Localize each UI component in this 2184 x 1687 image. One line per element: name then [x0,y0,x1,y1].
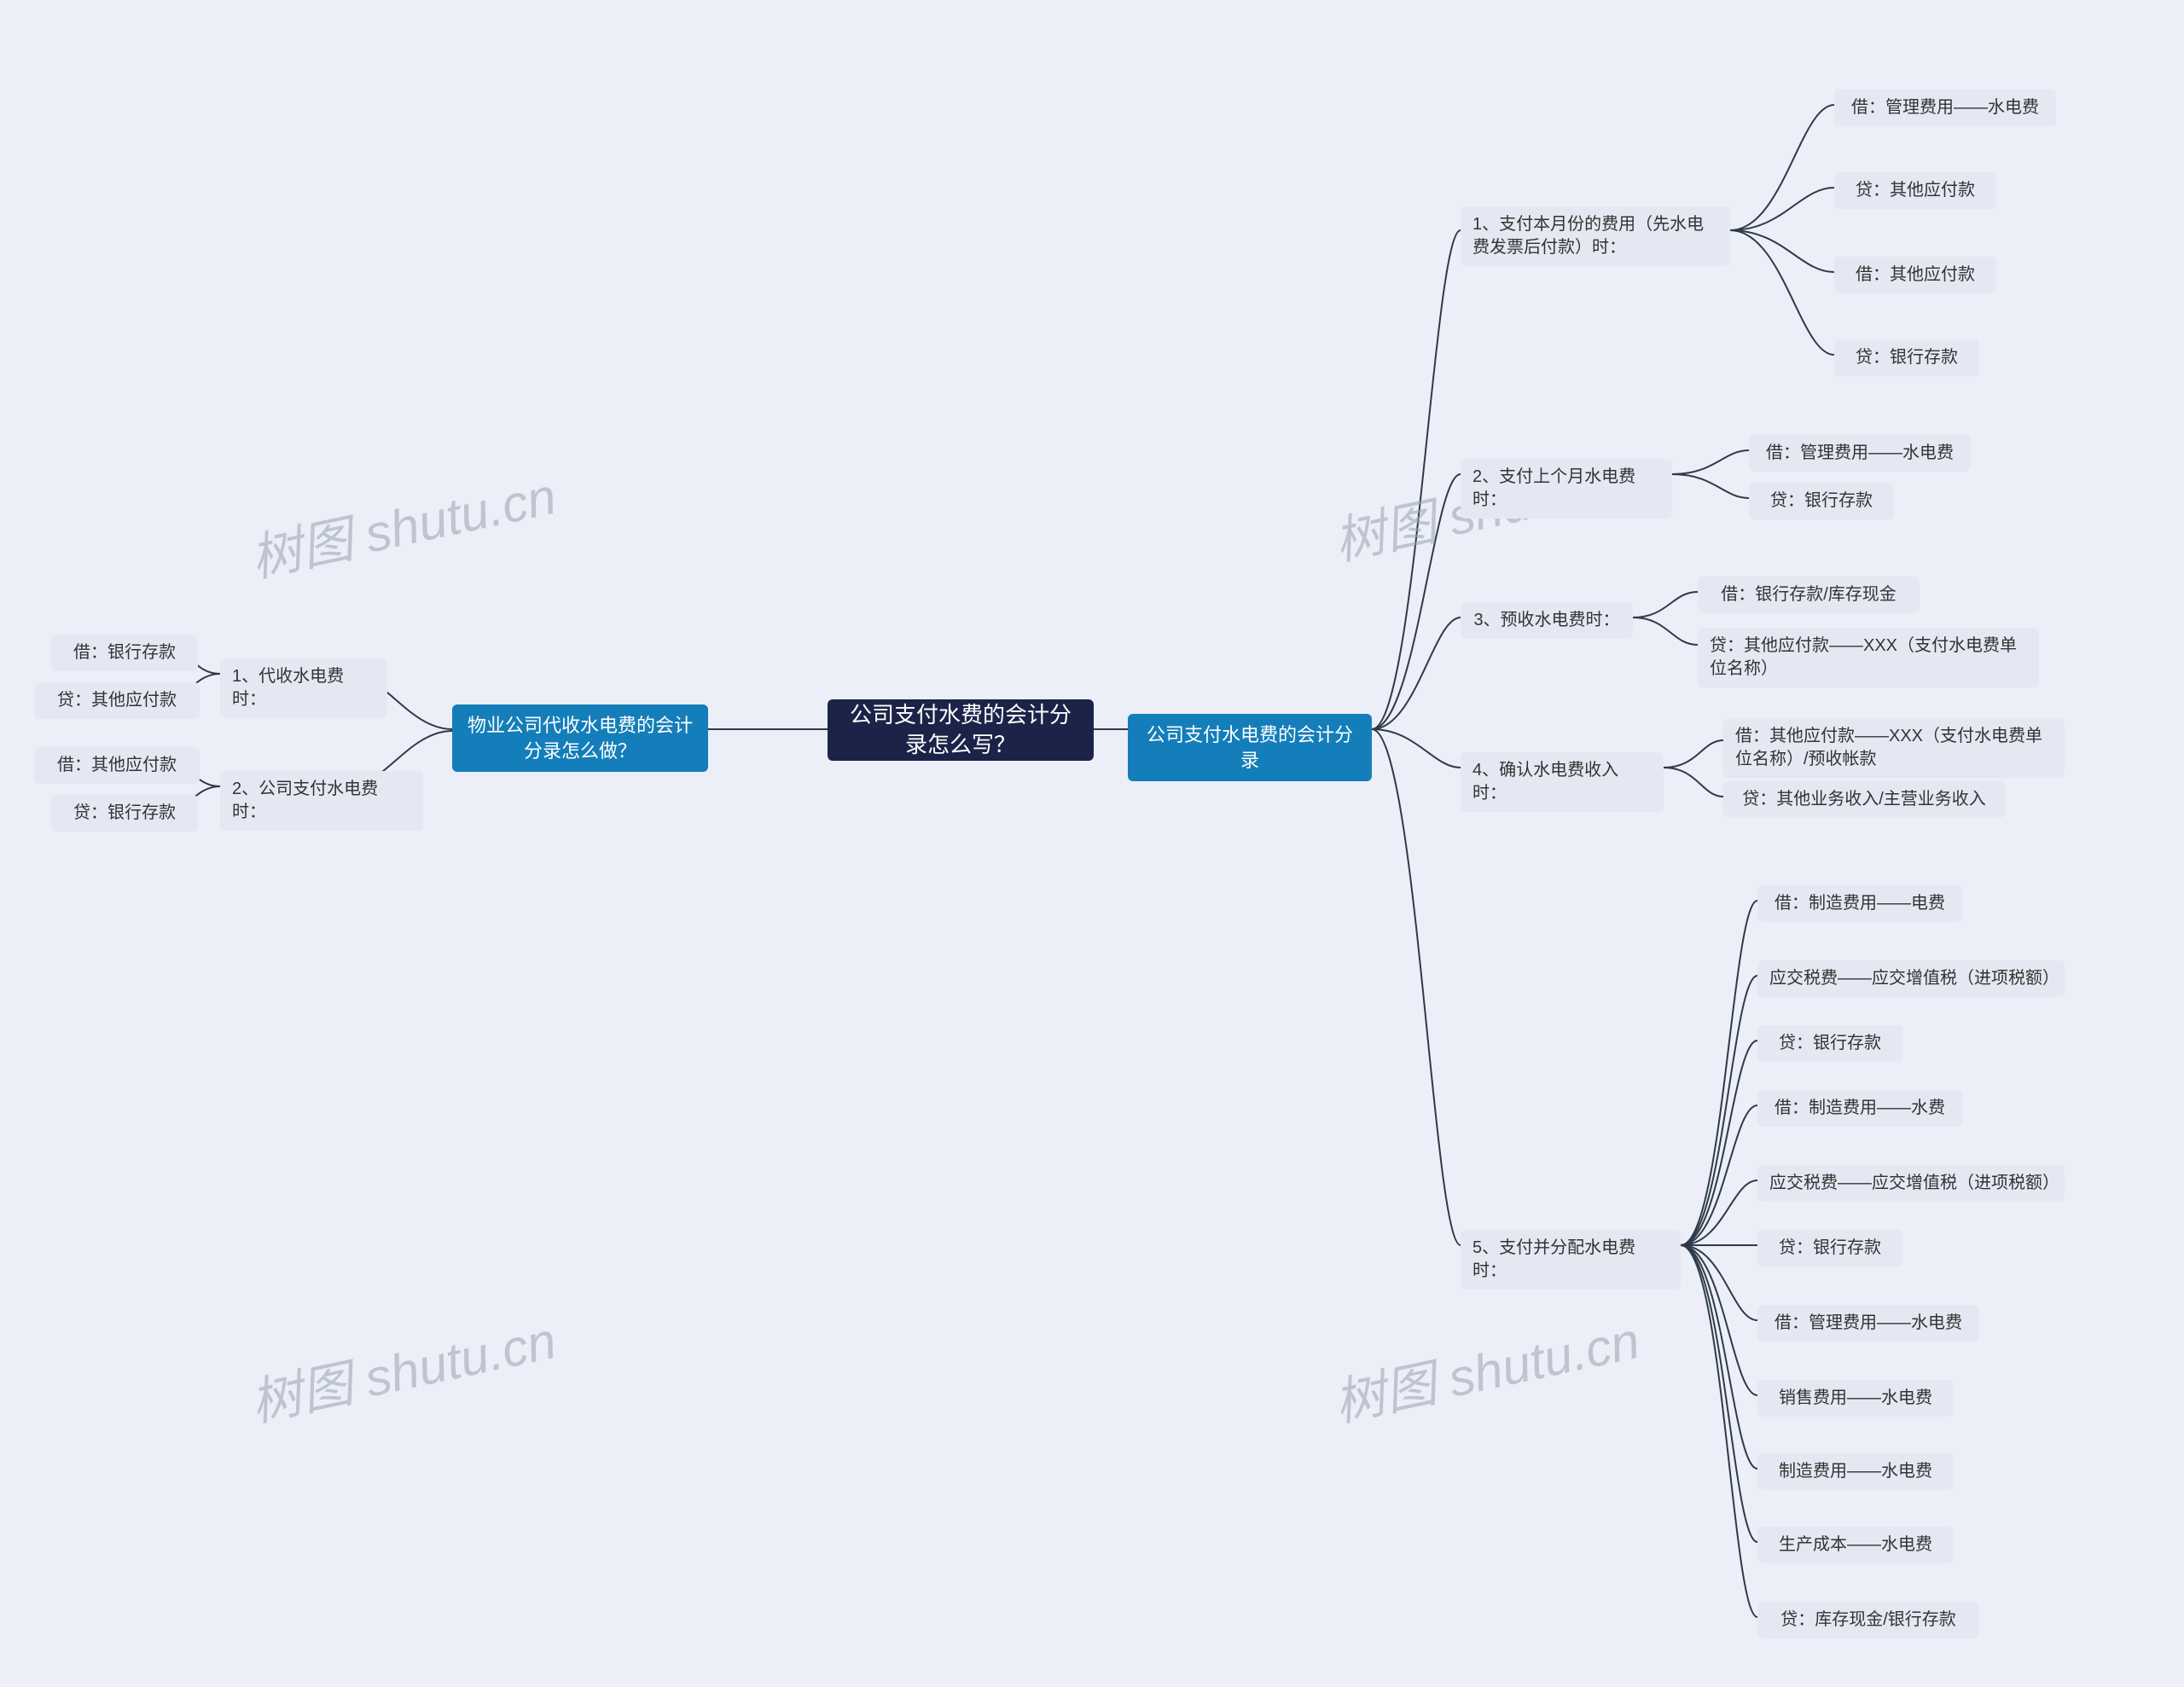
r0-leaf-2: 借：其他应付款 [1834,257,1996,293]
right-item-0: 1、支付本月份的费用（先水电费发票后付款）时： [1461,206,1730,266]
l1-leaf-1: 贷：银行存款 [51,795,198,832]
r0-leaf-1: 贷：其他应付款 [1834,172,1996,209]
r4-leaf-3: 借：制造费用——水费 [1757,1090,1962,1127]
right-l1: 公司支付水电费的会计分录 [1128,714,1372,781]
r4-leaf-5: 贷：银行存款 [1757,1230,1902,1267]
r4-leaf-7: 销售费用——水电费 [1757,1380,1954,1417]
r4-leaf-6: 借：管理费用——水电费 [1757,1305,1979,1342]
r4-leaf-4: 应交税费——应交增值税（进项税额） [1757,1165,2065,1202]
left-item-0: 1、代收水电费时： [220,658,387,718]
left-l1: 物业公司代收水电费的会计分录怎么做？ [452,704,708,772]
r2-leaf-0: 借：银行存款/库存现金 [1698,577,1920,613]
r1-leaf-0: 借：管理费用——水电费 [1749,435,1971,472]
l0-leaf-0: 借：银行存款 [51,635,198,671]
r4-leaf-8: 制造费用——水电费 [1757,1453,1954,1490]
r4-leaf-9: 生产成本——水电费 [1757,1527,1954,1563]
l1-leaf-0: 借：其他应付款 [34,747,200,784]
r3-leaf-1: 贷：其他业务收入/主营业务收入 [1723,781,2005,818]
r2-leaf-1: 贷：其他应付款——XXX（支付水电费单位名称） [1698,628,2039,687]
r4-leaf-10: 贷：库存现金/银行存款 [1757,1602,1979,1638]
right-item-2: 3、预收水电费时： [1461,602,1633,639]
r3-leaf-0: 借：其他应付款——XXX（支付水电费单位名称）/预收帐款 [1723,718,2065,778]
r4-leaf-2: 贷：银行存款 [1757,1025,1902,1062]
r0-leaf-0: 借：管理费用——水电费 [1834,90,2056,126]
right-item-4: 5、支付并分配水电费时： [1461,1230,1681,1290]
right-item-1: 2、支付上个月水电费时： [1461,459,1672,519]
r4-leaf-0: 借：制造费用——电费 [1757,885,1962,922]
r1-leaf-1: 贷：银行存款 [1749,483,1894,519]
root-node: 公司支付水费的会计分录怎么写？ [828,699,1094,761]
left-item-1: 2、公司支付水电费时： [220,771,423,831]
right-item-3: 4、确认水电费收入时： [1461,752,1664,812]
r4-leaf-1: 应交税费——应交增值税（进项税额） [1757,960,2065,997]
r0-leaf-3: 贷：银行存款 [1834,339,1979,376]
l0-leaf-1: 贷：其他应付款 [34,682,200,719]
